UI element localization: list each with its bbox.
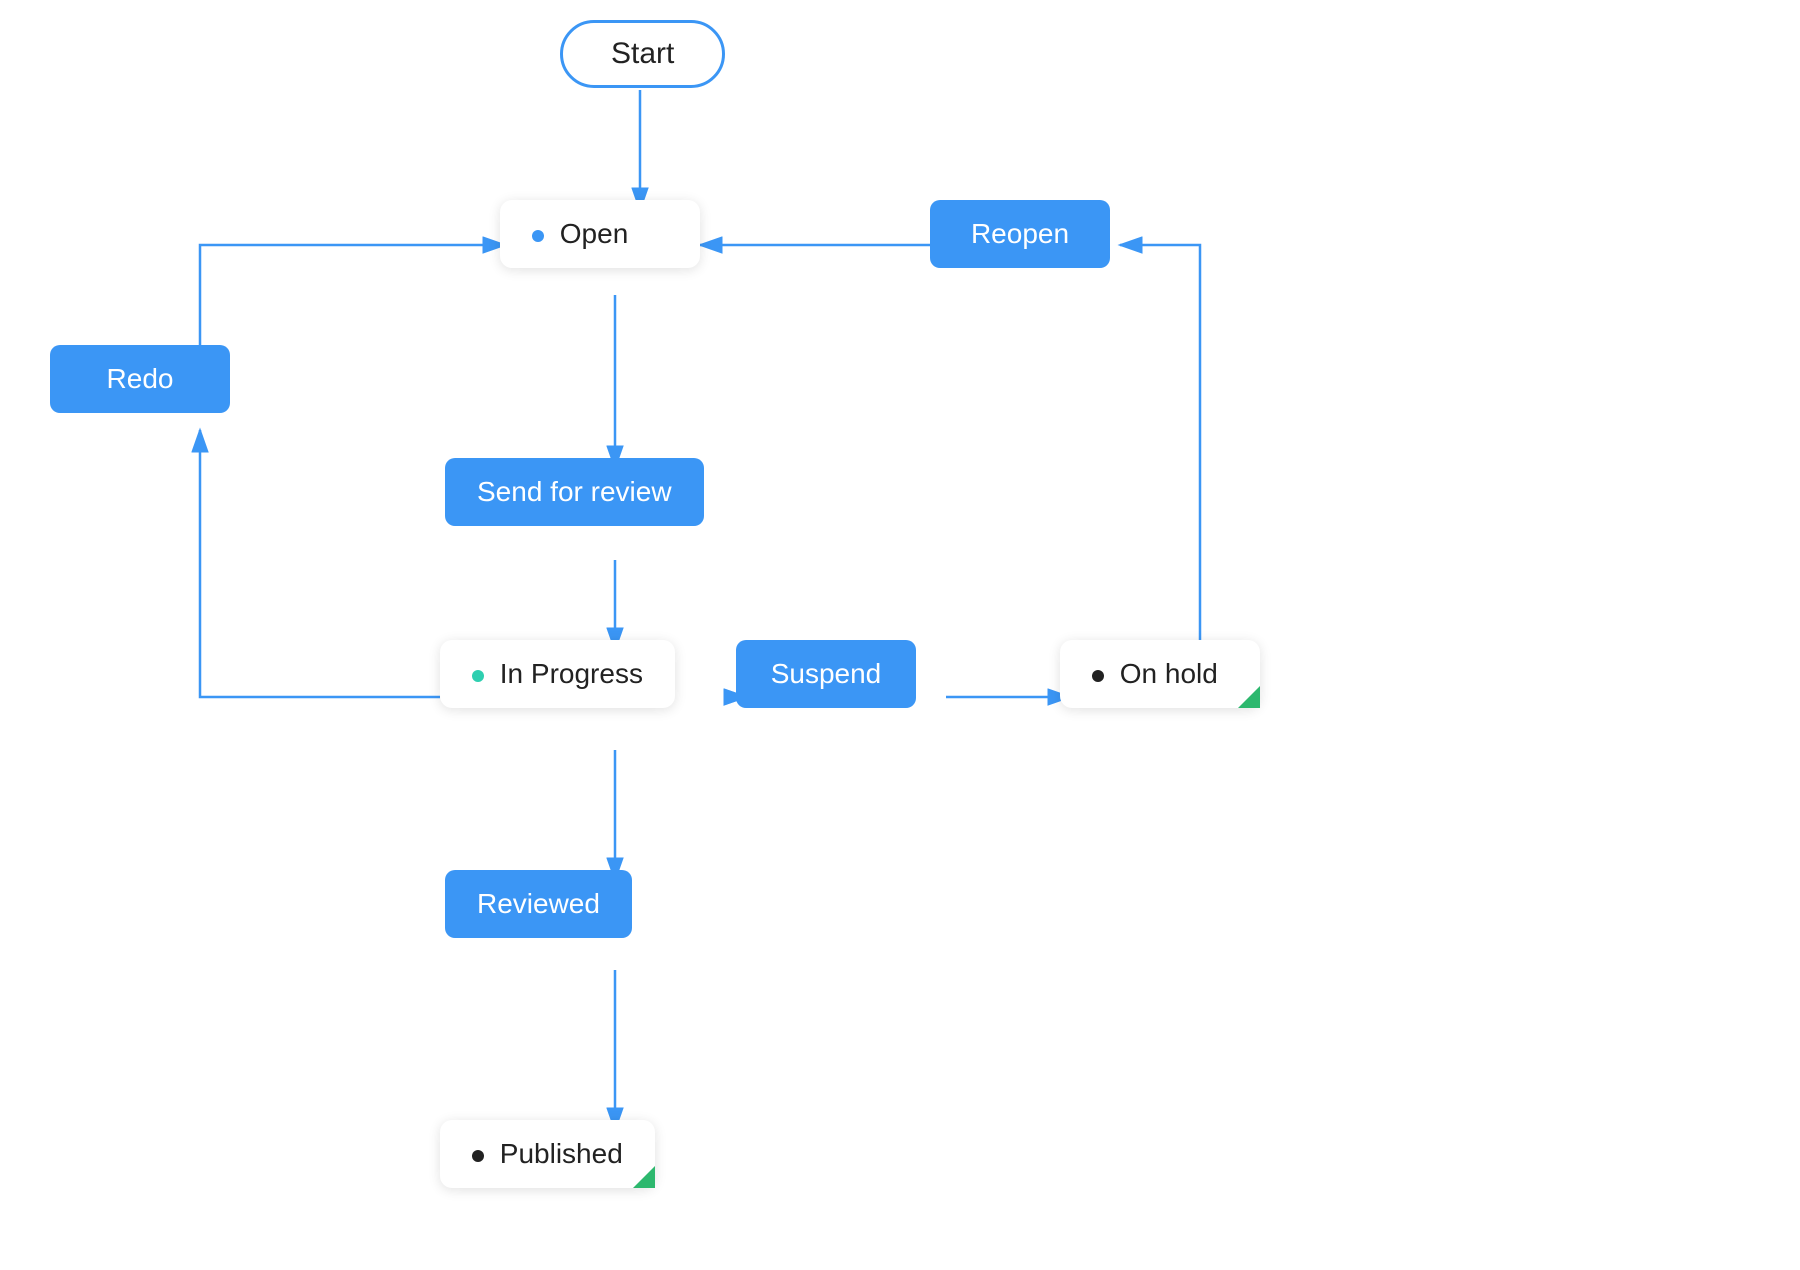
- on-hold-state: On hold: [1060, 640, 1260, 708]
- suspend-node: Suspend: [736, 640, 916, 708]
- published-node: Published: [440, 1120, 655, 1188]
- on-hold-corner: [1238, 686, 1260, 708]
- reopen-action: Reopen: [930, 200, 1110, 268]
- suspend-action: Suspend: [736, 640, 916, 708]
- reviewed-action: Reviewed: [445, 870, 632, 938]
- redo-action: Redo: [50, 345, 230, 413]
- on-hold-node: On hold: [1060, 640, 1260, 708]
- published-label: Published: [500, 1138, 623, 1169]
- published-state: Published: [440, 1120, 655, 1188]
- open-state: Open: [500, 200, 700, 268]
- published-corner: [633, 1166, 655, 1188]
- start-label: Start: [560, 20, 725, 88]
- start-node: Start: [560, 20, 725, 88]
- connections-svg: [0, 0, 1800, 1270]
- published-dot: [472, 1150, 484, 1162]
- in-progress-state: In Progress: [440, 640, 675, 708]
- send-for-review-node: Send for review: [445, 458, 704, 526]
- on-hold-label: On hold: [1120, 658, 1218, 689]
- open-dot: [532, 230, 544, 242]
- in-progress-node: In Progress: [440, 640, 675, 708]
- send-for-review-action: Send for review: [445, 458, 704, 526]
- on-hold-dot: [1092, 670, 1104, 682]
- diagram-container: Start Open Send for review Redo In Progr…: [0, 0, 1800, 1270]
- open-label: Open: [560, 218, 629, 249]
- redo-node: Redo: [50, 345, 230, 413]
- in-progress-dot: [472, 670, 484, 682]
- reviewed-node: Reviewed: [445, 870, 632, 938]
- open-node: Open: [500, 200, 700, 268]
- in-progress-label: In Progress: [500, 658, 643, 689]
- reopen-node: Reopen: [930, 200, 1110, 268]
